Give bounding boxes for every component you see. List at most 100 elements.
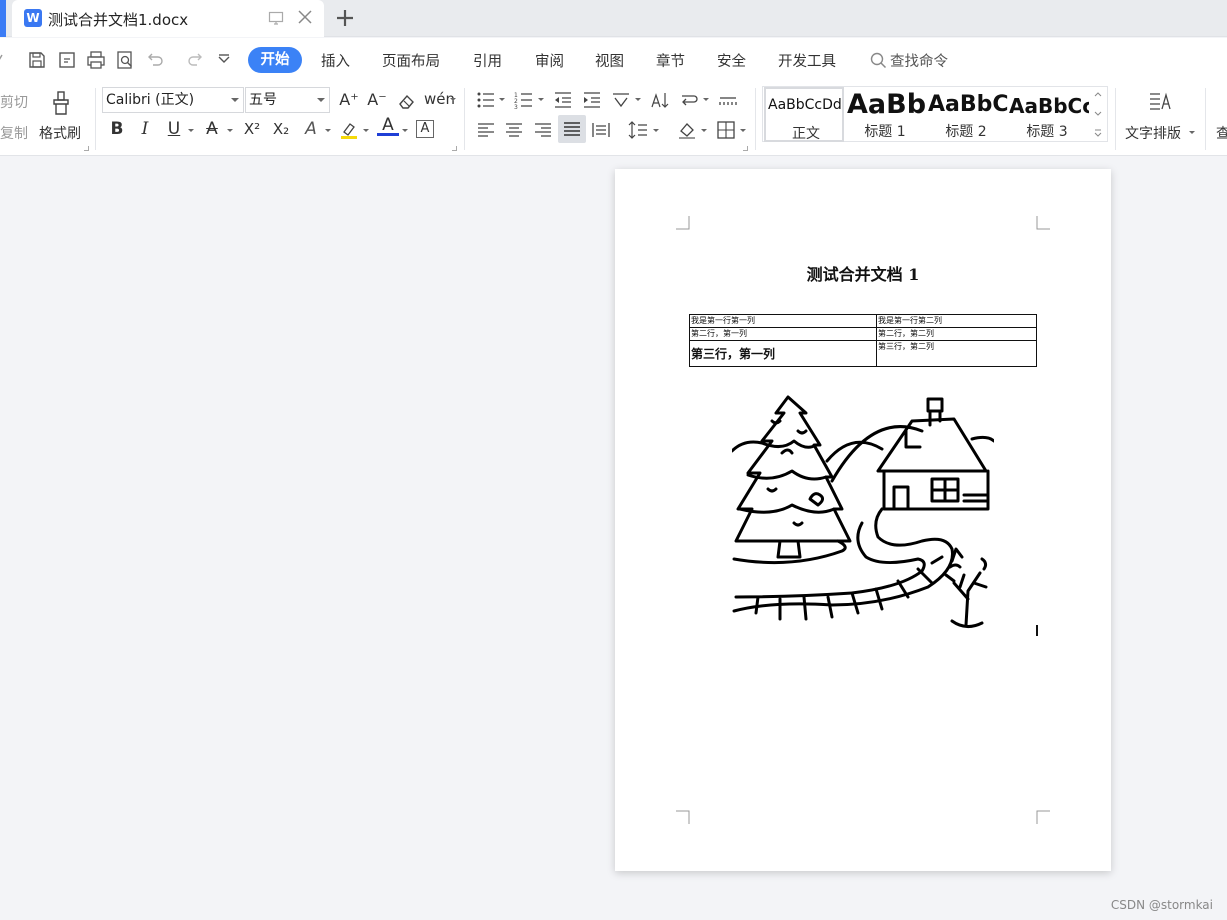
bold-button[interactable]: B bbox=[106, 118, 128, 140]
chinese-layout-dropdown-icon[interactable] bbox=[635, 98, 641, 101]
increase-indent-icon[interactable] bbox=[581, 89, 603, 111]
monitor-icon[interactable] bbox=[268, 10, 284, 26]
menu-page-layout[interactable]: 页面布局 bbox=[382, 50, 440, 71]
menu-review[interactable]: 审阅 bbox=[535, 50, 564, 71]
save-icon[interactable] bbox=[26, 49, 48, 71]
numbered-dropdown-icon[interactable] bbox=[538, 98, 544, 101]
menu-insert[interactable]: 插入 bbox=[321, 50, 350, 71]
menu-references[interactable]: 引用 bbox=[473, 50, 502, 71]
increase-font-icon[interactable]: A⁺ bbox=[338, 89, 360, 111]
copy-button[interactable]: 复制 bbox=[0, 123, 28, 143]
search-icon bbox=[870, 52, 887, 69]
menu-view[interactable]: 视图 bbox=[595, 50, 624, 71]
find-replace-button[interactable]: 查 bbox=[1216, 123, 1227, 143]
borders-icon[interactable] bbox=[715, 119, 737, 141]
align-right-icon[interactable] bbox=[532, 119, 554, 141]
decrease-indent-icon[interactable] bbox=[552, 89, 574, 111]
close-icon[interactable] bbox=[296, 8, 314, 26]
bullet-list-icon[interactable] bbox=[475, 89, 497, 111]
borders-dropdown-icon[interactable] bbox=[740, 129, 746, 132]
menu-section[interactable]: 章节 bbox=[656, 50, 685, 71]
format-painter-button[interactable]: 格式刷 bbox=[39, 123, 81, 143]
highlight-color-icon[interactable] bbox=[338, 119, 360, 141]
redo-icon[interactable] bbox=[184, 49, 206, 71]
justify-button[interactable] bbox=[558, 115, 586, 143]
font-name-select[interactable]: Calibri (正文) bbox=[102, 87, 244, 113]
print-preview-icon[interactable] bbox=[114, 49, 136, 71]
strikethrough-icon[interactable]: A bbox=[201, 118, 223, 140]
font-color-dropdown-icon[interactable] bbox=[402, 129, 408, 132]
font-color-icon[interactable]: A bbox=[377, 116, 399, 136]
underline-button[interactable]: U bbox=[163, 118, 185, 140]
clear-format-icon[interactable] bbox=[396, 90, 418, 112]
text-effect-dropdown-icon[interactable] bbox=[325, 129, 331, 132]
table-cell[interactable]: 第二行，第一列 bbox=[689, 327, 877, 341]
align-left-icon[interactable] bbox=[475, 119, 497, 141]
table-cell[interactable]: 第三行，第二列 bbox=[876, 340, 1037, 367]
ribbon-toolbar: 剪切 复制 格式刷 Calibri (正文) 五号 A⁺ A⁻ wén B I … bbox=[0, 82, 1227, 156]
styles-gallery: AaBbCcDd 正文 AaBb 标题 1 AaBbC 标题 2 AaBbCc … bbox=[762, 86, 1108, 142]
text-effect-icon[interactable]: A bbox=[300, 118, 322, 140]
subscript-button[interactable]: X₂ bbox=[270, 118, 292, 140]
sort-icon[interactable] bbox=[649, 89, 671, 111]
superscript-button[interactable]: X² bbox=[241, 118, 263, 140]
new-tab-icon[interactable] bbox=[334, 7, 356, 29]
tab-stops-icon[interactable] bbox=[717, 89, 739, 111]
underline-dropdown-icon[interactable] bbox=[188, 129, 194, 132]
shading-dropdown-icon[interactable] bbox=[701, 129, 707, 132]
format-painter-icon[interactable] bbox=[50, 90, 72, 116]
line-spacing-dropdown-icon[interactable] bbox=[653, 129, 659, 132]
font-size-select[interactable]: 五号 bbox=[245, 87, 330, 113]
numbered-list-icon[interactable]: 123 bbox=[513, 89, 535, 111]
style-heading-1[interactable]: AaBb 标题 1 bbox=[845, 87, 926, 142]
document-tab[interactable]: W 测试合并文档1.docx bbox=[12, 0, 324, 37]
shading-icon[interactable] bbox=[676, 119, 698, 141]
decrease-font-icon[interactable]: A⁻ bbox=[366, 89, 388, 111]
command-search[interactable]: 查找命令 bbox=[870, 50, 948, 71]
italic-button[interactable]: I bbox=[134, 118, 156, 140]
document-page[interactable]: 测试合并文档 1 我是第一行第一列 我是第一行第二列 第二行，第一列 第二行，第… bbox=[615, 169, 1111, 871]
style-normal[interactable]: AaBbCcDd 正文 bbox=[764, 87, 844, 142]
text-layout-button[interactable]: 文字排版 bbox=[1125, 123, 1181, 143]
undo-icon[interactable] bbox=[144, 49, 166, 71]
cut-button[interactable]: 剪切 bbox=[0, 92, 28, 112]
table-cell[interactable]: 我是第一行第二列 bbox=[876, 314, 1037, 328]
paragraph-mark-icon[interactable] bbox=[678, 89, 700, 111]
paragraph-mark-dropdown-icon[interactable] bbox=[703, 98, 709, 101]
strikethrough-dropdown-icon[interactable] bbox=[227, 129, 233, 132]
style-heading-2[interactable]: AaBbC 标题 2 bbox=[926, 87, 1008, 142]
font-launcher[interactable] bbox=[452, 146, 457, 151]
character-border-icon[interactable]: A bbox=[416, 120, 434, 138]
style-heading-3[interactable]: AaBbCc 标题 3 bbox=[1007, 87, 1089, 142]
align-center-icon[interactable] bbox=[503, 119, 525, 141]
highlight-dropdown-icon[interactable] bbox=[363, 129, 369, 132]
chinese-layout-icon[interactable] bbox=[610, 89, 632, 111]
style-heading-2-name: 标题 2 bbox=[945, 124, 987, 140]
landscape-line-art-image[interactable] bbox=[732, 391, 994, 635]
table-cell[interactable]: 我是第一行第一列 bbox=[689, 314, 877, 328]
document-table[interactable]: 我是第一行第一列 我是第一行第二列 第二行，第一列 第二行，第二列 第三行，第一… bbox=[689, 314, 1037, 367]
line-spacing-icon[interactable] bbox=[627, 119, 649, 141]
customize-quick-access-icon[interactable] bbox=[213, 49, 235, 71]
styles-scroll-icon[interactable] bbox=[1090, 86, 1106, 142]
table-row: 我是第一行第一列 我是第一行第二列 bbox=[689, 314, 1037, 328]
chevron-icon[interactable] bbox=[0, 49, 16, 71]
table-cell[interactable]: 第二行，第二列 bbox=[876, 327, 1037, 341]
bullet-dropdown-icon[interactable] bbox=[499, 98, 505, 101]
text-layout-icon[interactable] bbox=[1147, 89, 1173, 115]
clipboard-launcher[interactable] bbox=[84, 146, 89, 151]
menu-security[interactable]: 安全 bbox=[717, 50, 746, 71]
phonetic-dropdown-icon[interactable] bbox=[450, 98, 456, 101]
tab-bar-accent bbox=[0, 0, 6, 37]
paragraph-launcher[interactable] bbox=[743, 146, 748, 151]
phonetic-guide-icon[interactable]: wén bbox=[424, 88, 455, 110]
tab-bar: W 测试合并文档1.docx bbox=[0, 0, 1227, 37]
table-cell[interactable]: 第三行，第一列 bbox=[689, 340, 877, 367]
print-icon[interactable] bbox=[85, 49, 107, 71]
text-layout-dropdown-icon[interactable] bbox=[1189, 131, 1195, 134]
export-pdf-icon[interactable] bbox=[56, 49, 78, 71]
menu-developer-tools[interactable]: 开发工具 bbox=[778, 50, 836, 71]
document-title[interactable]: 测试合并文档 1 bbox=[615, 261, 1111, 285]
menu-home-tab[interactable]: 开始 bbox=[248, 47, 302, 73]
distributed-align-icon[interactable] bbox=[590, 119, 612, 141]
